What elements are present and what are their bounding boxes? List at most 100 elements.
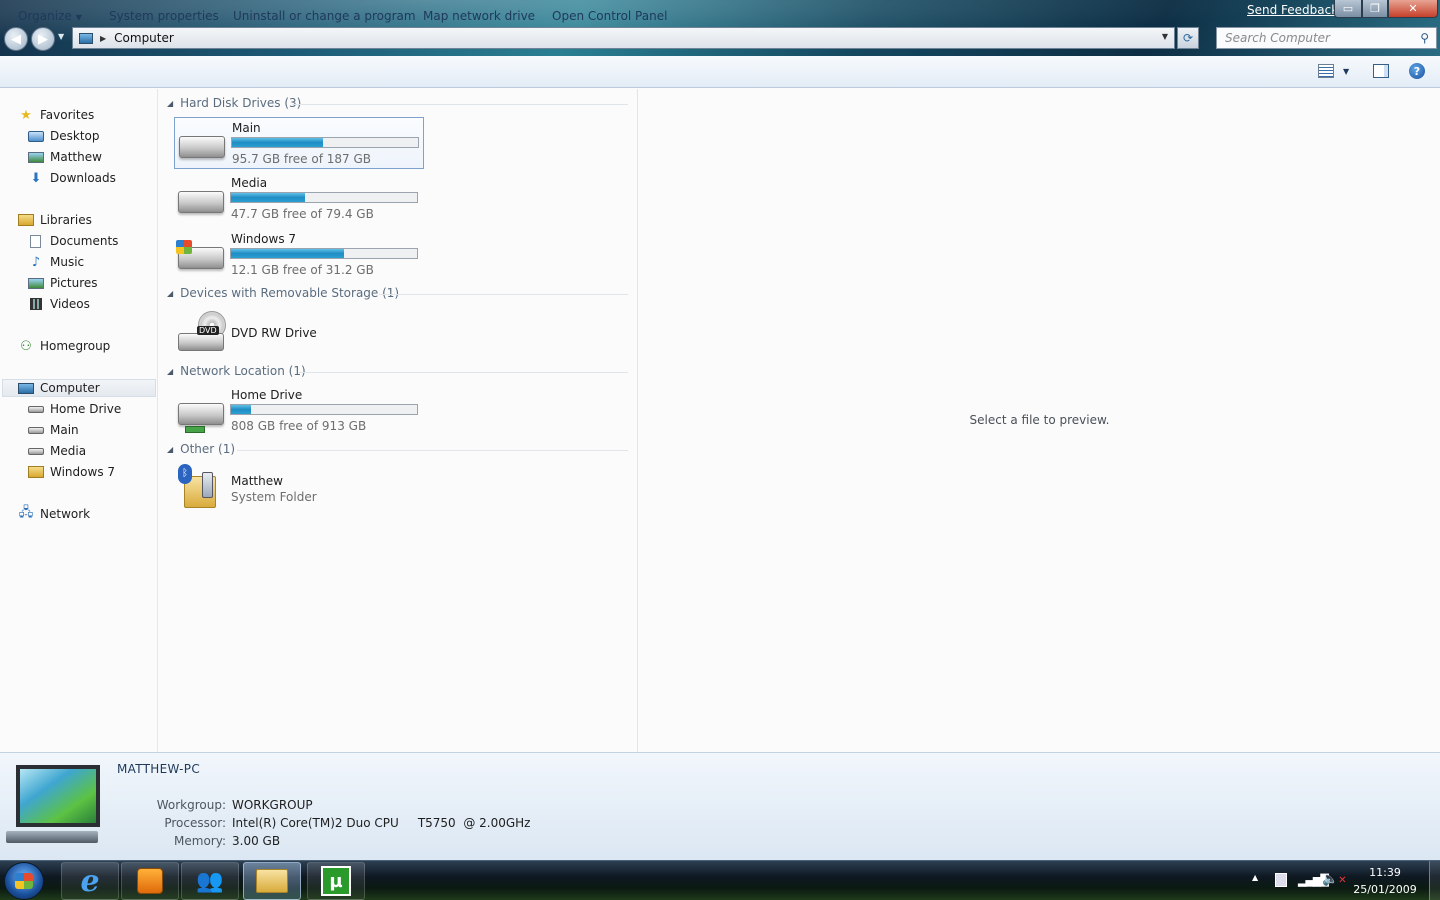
drive-usage-bar [230,192,418,203]
show-desktop-button[interactable] [1429,861,1440,900]
taskbar: e 👥 µ [0,860,1440,900]
user-folder-icon [28,151,44,163]
drive-tile-media[interactable]: Media 47.7 GB free of 79.4 GB [174,173,424,225]
map-network-drive-button[interactable]: Map network drive [423,9,535,23]
nav-desktop[interactable]: Desktop [28,127,100,145]
organize-button[interactable]: Organize ▼ [18,9,82,23]
start-button[interactable] [4,862,44,900]
show-hidden-icons-button[interactable]: ▲ [1252,873,1258,882]
change-view-icon[interactable] [1318,64,1334,78]
organize-label: Organize [18,9,72,23]
videos-icon [30,298,42,310]
breadcrumb-separator-icon[interactable]: ▶ [100,34,106,43]
action-center-icon[interactable] [1275,873,1287,887]
group-header-removable[interactable]: ◢ Devices with Removable Storage (1) [167,286,399,300]
nav-computer[interactable]: Computer [2,379,156,397]
uninstall-program-button[interactable]: Uninstall or change a program [233,9,416,23]
drive-usage-fill [231,405,252,414]
nav-pictures[interactable]: Pictures [28,274,98,292]
desktop-icon [28,130,44,142]
preview-message: Select a file to preview. [969,413,1110,427]
nav-label: Pictures [50,276,98,290]
system-folder-name[interactable]: Matthew [231,474,283,488]
windows-drive-icon [176,240,224,269]
group-header-hard-disks[interactable]: ◢ Hard Disk Drives (3) [167,96,301,110]
drive-name: Windows 7 [231,232,297,246]
system-properties-button[interactable]: System properties [109,9,219,23]
view-options-chevron-icon[interactable]: ▼ [1343,67,1349,76]
maximize-button[interactable]: ❐ [1362,0,1388,18]
dvd-drive-name[interactable]: DVD RW Drive [231,326,317,340]
group-header-other[interactable]: ◢ Other (1) [167,442,235,456]
refresh-button[interactable]: ⟳ [1177,27,1199,49]
group-title: Hard Disk Drives (3) [180,96,302,110]
address-bar[interactable]: ▶ Computer ▼ [72,27,1175,49]
drive-name: Media [231,176,268,190]
documents-icon [30,234,41,248]
forward-button[interactable]: ▶ [31,27,55,51]
taskbar-utorrent[interactable]: µ [307,862,365,900]
nav-libraries[interactable]: Libraries [18,211,92,229]
nav-music[interactable]: ♪ Music [28,253,84,271]
computer-icon [18,382,34,394]
details-pane: MATTHEW-PC Workgroup: WORKGROUP Processo… [0,752,1440,860]
drive-body [178,333,224,351]
nav-label: Favorites [40,108,95,122]
nav-favorites[interactable]: ★ Favorites [18,106,94,124]
nav-home-drive[interactable]: Home Drive [28,400,121,418]
search-placeholder: Search Computer [1225,31,1330,45]
search-input[interactable]: Search Computer ⚲ [1216,27,1437,49]
nav-homegroup[interactable]: ⚇ Homegroup [18,337,110,355]
group-divider [292,104,628,105]
file-list: ◢ Hard Disk Drives (3) Main 95.7 GB free … [159,89,636,752]
nav-videos[interactable]: Videos [28,295,90,313]
processor-value: Intel(R) Core(TM)2 Duo CPU T5750 @ 2.00G… [232,816,531,830]
nav-label: Windows 7 [50,465,116,479]
nav-label: Home Drive [50,402,122,416]
recent-pages-dropdown[interactable]: ▼ [58,32,64,41]
back-button[interactable]: ◀ [4,27,28,51]
drive-usage-bar [231,137,419,148]
bluetooth-device-folder-icon[interactable]: ᛒ [178,464,220,510]
clock-date[interactable]: 25/01/2009 [1352,883,1418,896]
breadcrumb-computer[interactable]: Computer [114,31,174,45]
computer-icon [79,32,93,44]
taskbar-messenger[interactable]: 👥 [181,862,239,900]
drive-tile-windows7[interactable]: Windows 7 12.1 GB free of 31.2 GB [174,229,424,281]
search-icon[interactable]: ⚲ [1420,31,1429,45]
collapse-triangle-icon: ◢ [167,444,174,454]
group-header-network-location[interactable]: ◢ Network Location (1) [167,364,306,378]
nav-downloads[interactable]: ⬇ Downloads [28,169,116,187]
nav-documents[interactable]: Documents [28,232,118,250]
group-divider [237,450,628,451]
nav-windows7[interactable]: Windows 7 [28,463,115,481]
workgroup-value: WORKGROUP [232,798,313,812]
messenger-icon: 👥 [196,868,224,894]
nav-media[interactable]: Media [28,442,86,460]
music-icon: ♪ [31,254,41,270]
taskbar-windows-explorer[interactable] [243,862,301,900]
preview-pane-icon[interactable] [1373,64,1389,78]
open-control-panel-button[interactable]: Open Control Panel [552,9,667,23]
network-drive-icon [28,405,44,413]
volume-muted-icon[interactable]: 🔈✕ [1322,872,1347,887]
help-icon[interactable]: ? [1409,63,1425,79]
taskbar-media-player[interactable] [121,862,179,900]
nav-network[interactable]: 🖧 Network [18,505,90,523]
nav-main[interactable]: Main [28,421,79,439]
minimize-button[interactable]: ▭ [1334,0,1362,18]
drive-usage-bar [230,404,418,415]
drive-tile-main[interactable]: Main 95.7 GB free of 187 GB [174,117,424,169]
address-dropdown-icon[interactable]: ▼ [1162,32,1168,41]
nav-matthew[interactable]: Matthew [28,148,102,166]
network-icon: 🖧 [18,505,34,520]
nav-label: Network [40,507,91,521]
dvd-drive-icon[interactable]: DVD [178,311,226,355]
clock-time[interactable]: 11:39 [1356,866,1414,879]
close-button[interactable]: ✕ [1388,0,1438,18]
drive-tile-home-drive[interactable]: Home Drive 808 GB free of 913 GB [174,385,424,437]
network-drive-icon [178,403,224,433]
taskbar-internet-explorer[interactable]: e [61,862,119,900]
send-feedback-link[interactable]: Send Feedback [1247,3,1338,17]
drive-usage-bar [230,248,418,259]
